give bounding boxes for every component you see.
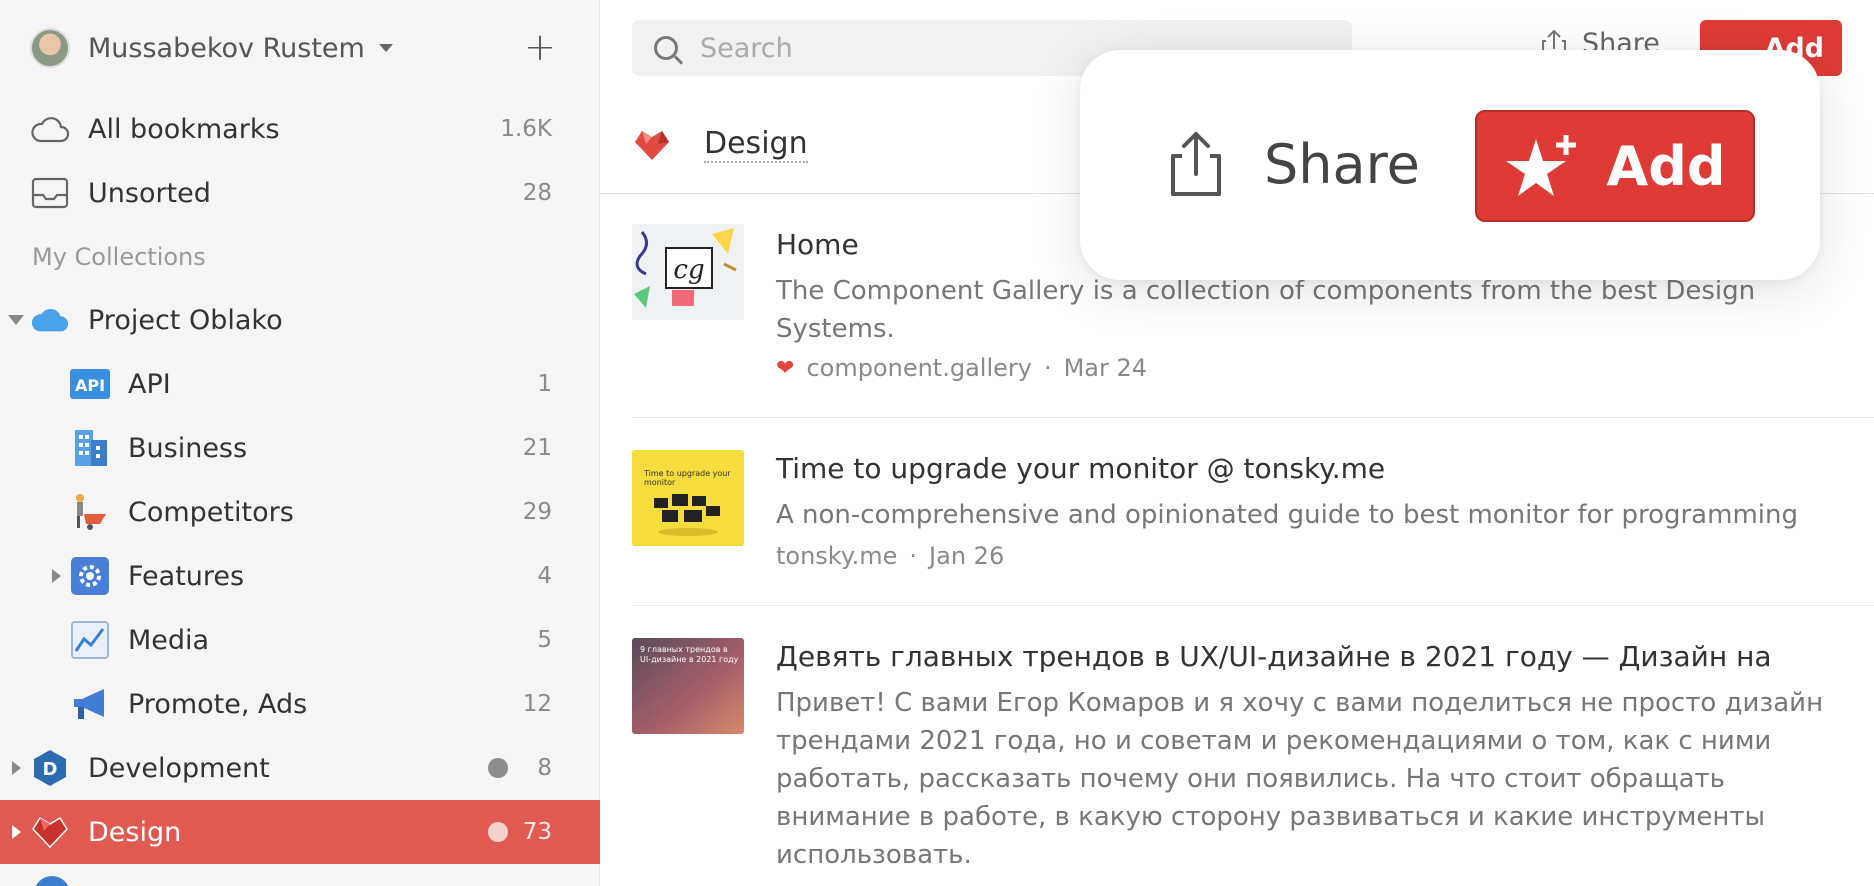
bookmark-meta: tonsky.me · Jan 26: [776, 542, 1004, 570]
svg-text:Time to upgrade your: Time to upgrade your: [643, 469, 731, 478]
sidebar-item-promote-ads[interactable]: Promote, Ads 12: [0, 672, 600, 736]
section-title: My Collections: [32, 243, 206, 271]
bookmark-title[interactable]: Девять главных трендов в UX/UI-дизайне в…: [776, 640, 1772, 673]
new-collection-button[interactable]: +: [520, 28, 560, 68]
bookmark-description: Привет! С вами Егор Комаров и я хочу с в…: [776, 688, 1824, 870]
bookmark-meta: ❤ component.gallery · Mar 24: [776, 354, 1147, 382]
megaphone-icon: [70, 684, 110, 724]
api-icon: API: [70, 364, 110, 404]
sidebar-item-label: Business: [128, 432, 248, 464]
add-label: Add: [1606, 134, 1726, 198]
bookmark-date: Jan 26: [929, 542, 1005, 570]
svg-text:cg: cg: [673, 255, 704, 285]
sidebar-item-count: 1: [537, 371, 552, 397]
search-icon: [654, 36, 678, 60]
inbox-icon: [30, 173, 70, 213]
cloud-icon: [30, 109, 70, 149]
design-heart-icon: [632, 128, 672, 166]
chart-icon: [70, 620, 110, 660]
gear-icon: [70, 556, 110, 596]
bookmark-title[interactable]: Time to upgrade your monitor @ tonsky.me: [776, 452, 1385, 485]
meta-separator: ·: [1043, 354, 1052, 382]
user-menu[interactable]: Mussabekov Rustem +: [30, 28, 560, 68]
svg-text:9 главных трендов в: 9 главных трендов в: [640, 645, 728, 654]
sidebar-item-count: 1.6K: [500, 116, 552, 142]
sidebar-item-unsorted[interactable]: Unsorted 28: [0, 161, 600, 225]
collapse-triangle-icon[interactable]: [8, 315, 24, 325]
add-button[interactable]: Add: [1475, 110, 1755, 222]
collection-title[interactable]: Design: [704, 126, 808, 163]
svg-text:UI-дизайне в 2021 году: UI-дизайне в 2021 году: [640, 655, 739, 664]
sidebar-item-count: 8: [537, 755, 552, 781]
sidebar-item-count: 5: [537, 627, 552, 653]
sidebar-item-features[interactable]: Features 4: [0, 544, 600, 608]
collection-icon: [34, 876, 70, 886]
sidebar-item-label: Competitors: [128, 496, 294, 528]
sidebar-item-business[interactable]: Business 21: [0, 416, 600, 480]
sidebar-item-all-bookmarks[interactable]: All bookmarks 1.6K: [0, 97, 600, 161]
star-plus-icon: [1506, 135, 1577, 196]
sidebar-item-label: API: [128, 368, 171, 400]
sidebar-item-count: 4: [537, 563, 552, 589]
sidebar-item-development[interactable]: D Development 8: [0, 736, 600, 800]
user-name: Mussabekov Rustem: [88, 32, 365, 64]
sidebar-item-label: All bookmarks: [88, 113, 280, 145]
globe-icon: [488, 822, 508, 842]
development-icon: D: [30, 748, 70, 788]
sidebar-item-project-oblako[interactable]: Project Oblako: [0, 288, 600, 352]
bookmark-domain: tonsky.me: [776, 542, 898, 570]
bookmark-thumbnail: Time to upgrade your monitor: [632, 450, 744, 546]
bookmark-title[interactable]: Home: [776, 228, 859, 261]
bookmark-item[interactable]: 9 главных трендов в UI-дизайне в 2021 го…: [632, 606, 1874, 886]
bookmark-thumbnail: 9 главных трендов в UI-дизайне в 2021 го…: [632, 638, 744, 734]
globe-icon: [488, 758, 508, 778]
bookmark-date: Mar 24: [1063, 354, 1148, 382]
share-label: Share: [1264, 132, 1420, 196]
bookmark-description: The Component Gallery is a collection of…: [776, 276, 1756, 344]
sidebar-item-count: 73: [522, 819, 552, 845]
sidebar-item-api[interactable]: API API 1: [0, 352, 600, 416]
bookmark-description: A non-comprehensive and opinionated guid…: [776, 500, 1798, 530]
sidebar-item-label: Features: [128, 560, 245, 592]
svg-text:API: API: [75, 376, 105, 395]
svg-text:monitor: monitor: [644, 478, 676, 487]
sidebar-item-label: Design: [88, 816, 182, 848]
sidebar-item-competitors[interactable]: Competitors 29: [0, 480, 600, 544]
cloud-icon: [30, 300, 70, 340]
expand-triangle-icon[interactable]: [52, 569, 61, 583]
bookmark-domain: component.gallery: [806, 354, 1032, 382]
sidebar-item-count: 12: [522, 691, 552, 717]
expand-triangle-icon[interactable]: [12, 761, 21, 775]
bookmark-thumbnail: cg: [632, 224, 744, 320]
bookmark-item[interactable]: Time to upgrade your monitor Time to upg…: [632, 418, 1874, 606]
sidebar-item-label: Project Oblako: [88, 304, 283, 336]
wheelbarrow-icon: [70, 492, 110, 532]
building-icon: [70, 428, 110, 468]
avatar: [30, 28, 70, 68]
share-icon: [1171, 132, 1221, 196]
sidebar-item-label: Development: [88, 752, 270, 784]
chevron-down-icon: [378, 44, 393, 52]
sidebar-item-design[interactable]: Design 73: [0, 800, 600, 864]
zoom-popover: Share Add: [1080, 50, 1820, 280]
sidebar-item-count: 29: [522, 499, 552, 525]
sidebar-item-count: 21: [522, 435, 552, 461]
svg-text:D: D: [43, 759, 58, 780]
sidebar-item-label: Media: [128, 624, 210, 656]
share-button[interactable]: Share: [1168, 130, 1420, 198]
design-heart-icon: [30, 812, 70, 852]
sidebar: Mussabekov Rustem + All bookmarks 1.6K U…: [0, 0, 600, 886]
sidebar-item-next[interactable]: [0, 866, 600, 886]
expand-triangle-icon[interactable]: [12, 825, 21, 839]
meta-separator: ·: [909, 542, 918, 570]
heart-icon: ❤: [776, 355, 795, 381]
sidebar-item-label: Unsorted: [88, 177, 211, 209]
sidebar-item-label: Promote, Ads: [128, 688, 308, 720]
sidebar-item-count: 28: [522, 180, 552, 206]
sidebar-item-media[interactable]: Media 5: [0, 608, 600, 672]
